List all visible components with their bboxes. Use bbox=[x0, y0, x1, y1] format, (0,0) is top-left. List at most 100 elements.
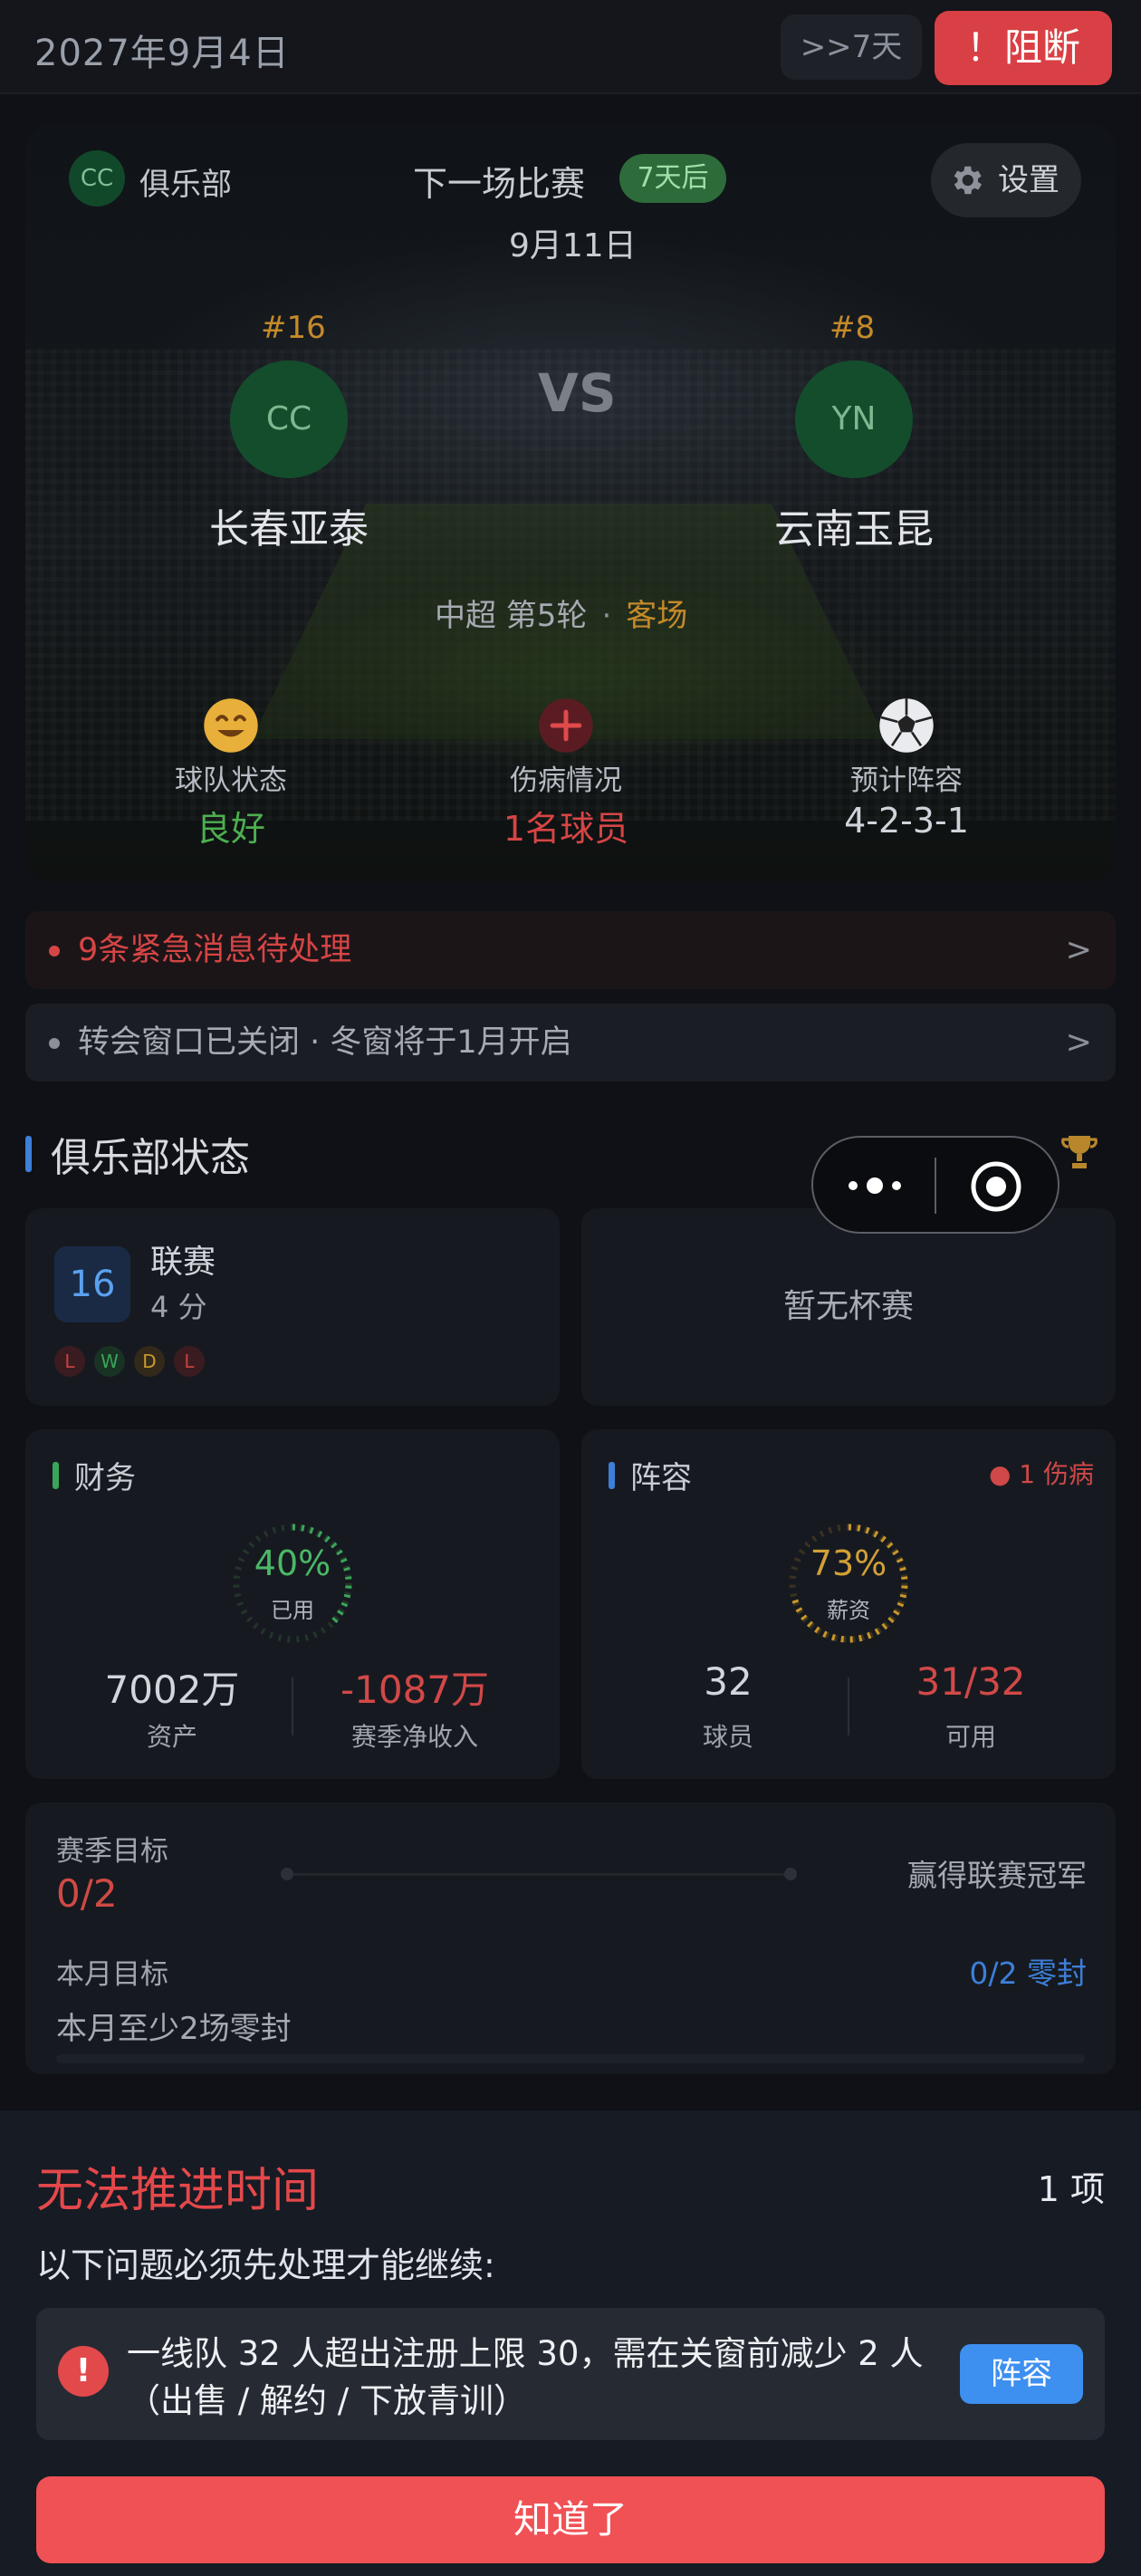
settings-button[interactable]: 设置 bbox=[931, 143, 1081, 217]
top-bar: 2027年9月4日 >>7天 ！阻断 bbox=[0, 0, 1141, 94]
league-card[interactable]: 16 联赛 4 分 L W D L bbox=[25, 1208, 560, 1406]
go-to-squad-button[interactable]: 阵容 bbox=[960, 2344, 1083, 2404]
wage-percent: 73% bbox=[810, 1543, 887, 1583]
form-result: W bbox=[94, 1346, 125, 1377]
injury-label: 伤病情况 bbox=[510, 764, 622, 797]
home-team-rank: #16 bbox=[261, 310, 326, 346]
cannot-advance-sheet: 无法推进时间 1 项 以下问题必须先处理才能继续: ! 一线队 32 人超出注册… bbox=[0, 2110, 1141, 2576]
finance-title: 财务 bbox=[74, 1460, 136, 1496]
skip-7-days-button[interactable]: >>7天 bbox=[781, 14, 922, 80]
more-dots-icon bbox=[849, 1177, 901, 1194]
form-result: D bbox=[134, 1346, 165, 1377]
wage-usage-ring bbox=[789, 1523, 908, 1643]
assets-label: 资产 bbox=[146, 1722, 197, 1752]
mini-program-capsule bbox=[811, 1136, 1060, 1234]
season-goal-progress: 0/2 bbox=[56, 1871, 118, 1916]
form-result: L bbox=[174, 1346, 205, 1377]
net-income-label: 赛季净收入 bbox=[350, 1722, 478, 1752]
issue-subtext: （出售 / 解约 / 下放青训） bbox=[127, 2381, 527, 2420]
chevron-right-icon: > bbox=[1065, 1024, 1092, 1061]
league-points: 4 分 bbox=[150, 1290, 207, 1324]
track-dot bbox=[784, 1868, 797, 1880]
finance-ring-label: 已用 bbox=[271, 1598, 314, 1623]
smile-face-icon bbox=[204, 698, 258, 753]
away-team-rank: #8 bbox=[829, 310, 876, 346]
finance-percent: 40% bbox=[254, 1543, 331, 1583]
squad-accent bbox=[609, 1462, 615, 1489]
league-rank: 16 bbox=[54, 1246, 130, 1322]
injury-value[interactable]: 1名球员 bbox=[487, 801, 645, 851]
more-menu-button[interactable] bbox=[840, 1165, 909, 1206]
home-team-logo[interactable]: CC bbox=[230, 360, 348, 478]
next-match-title: 下一场比赛 bbox=[413, 164, 586, 204]
transfer-window-bar[interactable]: 转会窗口已关闭 · 冬窗将于1月开启 > bbox=[25, 1004, 1116, 1081]
vs-label: VS bbox=[538, 362, 617, 424]
net-income-value: -1087万 bbox=[340, 1668, 490, 1712]
club-badge: CC bbox=[69, 150, 125, 207]
close-mini-program-button[interactable] bbox=[967, 1158, 1025, 1216]
home-team-name: 长春亚泰 bbox=[209, 506, 369, 553]
finance-card[interactable]: 财务 40% 已用 7002万 资产 -1087万 赛季净收入 bbox=[25, 1429, 560, 1779]
league-round-label: 中超 第5轮 bbox=[435, 598, 588, 634]
season-goal-text: 赢得联赛冠军 bbox=[907, 1858, 1087, 1893]
no-cup-text: 暂无杯赛 bbox=[782, 1288, 914, 1325]
acknowledge-button[interactable]: 知道了 bbox=[36, 2476, 1105, 2563]
finance-accent bbox=[53, 1462, 59, 1489]
divider bbox=[848, 1677, 849, 1735]
club-status-title: 俱乐部状态 bbox=[51, 1135, 250, 1181]
info-dot bbox=[49, 1038, 60, 1049]
formation-value: 4-2-3-1 bbox=[844, 801, 969, 841]
form-result: L bbox=[54, 1346, 85, 1377]
away-team-name: 云南玉昆 bbox=[774, 506, 934, 553]
alert-icon: ! bbox=[58, 2346, 109, 2397]
track-dot bbox=[281, 1868, 293, 1880]
gear-icon bbox=[954, 166, 982, 195]
settings-label: 设置 bbox=[998, 162, 1060, 198]
issue-count: 1 项 bbox=[1037, 2169, 1105, 2209]
separator-dot: · bbox=[601, 598, 612, 634]
assets-value: 7002万 bbox=[104, 1668, 240, 1712]
venue-label: 客场 bbox=[626, 598, 688, 634]
issue-item: ! 一线队 32 人超出注册上限 30，需在关窗前减少 2 人 （出售 / 解约… bbox=[36, 2308, 1105, 2440]
goals-card[interactable]: 赛季目标 0/2 赢得联赛冠军 本月目标 0/2 零封 本月至少2场零封 bbox=[25, 1802, 1116, 2074]
blocked-button[interactable]: ！阻断 bbox=[935, 11, 1112, 85]
sheet-title: 无法推进时间 bbox=[36, 2164, 320, 2218]
divider bbox=[292, 1677, 293, 1735]
squad-card[interactable]: 阵容 ● 1 伤病 73% 薪资 32 球员 31/32 可用 bbox=[581, 1429, 1116, 1779]
available-count: 31/32 bbox=[916, 1659, 1026, 1704]
month-goal-text: 本月至少2场零封 bbox=[56, 2011, 292, 2047]
away-team-logo[interactable]: YN bbox=[795, 360, 913, 478]
team-form-value: 良好 bbox=[196, 809, 265, 849]
month-goal-progress-bar bbox=[56, 2054, 1085, 2063]
next-match-card[interactable]: CC 俱乐部 下一场比赛 7天后 9月11日 设置 #16 CC 长春亚泰 VS… bbox=[25, 123, 1116, 882]
trophy-icon[interactable] bbox=[1058, 1130, 1101, 1174]
chevron-right-icon: > bbox=[1065, 932, 1092, 968]
team-form-label: 球队状态 bbox=[175, 764, 287, 797]
season-goal-track bbox=[288, 1873, 795, 1876]
league-round: 中超 第5轮 · 客场 bbox=[435, 591, 687, 635]
league-name: 联赛 bbox=[150, 1244, 216, 1281]
club-label[interactable]: 俱乐部 bbox=[139, 159, 232, 204]
next-match-date: 9月11日 bbox=[509, 227, 637, 264]
month-goal-label: 本月目标 bbox=[56, 1958, 168, 1991]
issue-text: 一线队 32 人超出注册上限 30，需在关窗前减少 2 人 bbox=[127, 2334, 924, 2373]
medical-cross-icon bbox=[539, 698, 593, 753]
urgent-messages-bar[interactable]: 9条紧急消息待处理 > bbox=[25, 911, 1116, 989]
capsule-divider bbox=[935, 1158, 936, 1214]
players-count: 32 bbox=[704, 1659, 753, 1704]
soccer-ball-icon bbox=[879, 698, 934, 753]
formation-label: 预计阵容 bbox=[850, 764, 963, 797]
sheet-subtitle: 以下问题必须先处理才能继续: bbox=[36, 2245, 495, 2285]
season-goal-label: 赛季目标 bbox=[56, 1835, 168, 1868]
urgent-dot bbox=[49, 946, 60, 956]
days-until-badge: 7天后 bbox=[619, 154, 726, 203]
cup-card[interactable]: 暂无杯赛 bbox=[581, 1208, 1116, 1406]
section-accent bbox=[25, 1136, 32, 1172]
injury-badge[interactable]: ● 1 伤病 bbox=[989, 1455, 1094, 1491]
wage-ring-label: 薪资 bbox=[827, 1598, 870, 1623]
urgent-messages-text: 9条紧急消息待处理 bbox=[78, 932, 352, 968]
target-close-icon bbox=[971, 1161, 1021, 1212]
squad-title: 阵容 bbox=[630, 1460, 692, 1496]
transfer-window-text: 转会窗口已关闭 · 冬窗将于1月开启 bbox=[78, 1024, 572, 1061]
available-label: 可用 bbox=[944, 1722, 996, 1752]
